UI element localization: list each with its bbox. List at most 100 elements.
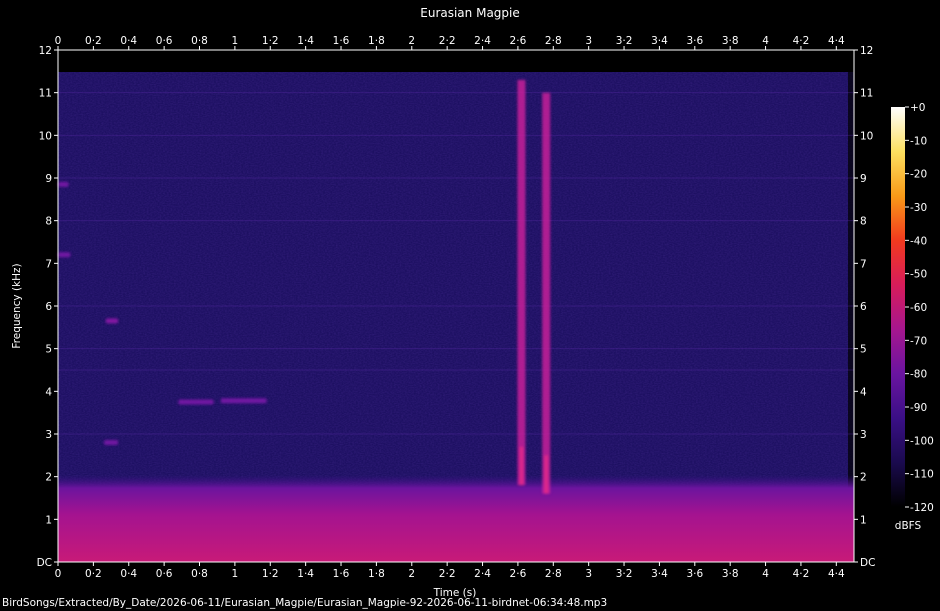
broadband-click-core: [544, 455, 549, 494]
x-tick-label-top: 0·4: [120, 35, 137, 47]
colorbar-tick-label: -30: [910, 202, 927, 214]
x-tick-label-top: 2·2: [439, 35, 456, 47]
x-tick-label: 1·6: [333, 568, 350, 580]
low-frequency-noise-band: [58, 475, 854, 562]
x-axis-top: 0 0·2 0·4 0·6 0·8 1 1·2 1·4 1·6 1·8 2 2·2 2·4 2·6 2·8 3…: [55, 35, 845, 50]
x-tick-label-top: 0·6: [156, 35, 173, 47]
x-tick-label-top: 3·4: [651, 35, 668, 47]
y-tick-label-right: 11: [860, 88, 873, 100]
broadband-click-mark: [517, 79, 526, 486]
x-tick-label-top: 0·2: [85, 35, 102, 47]
tone-mark: [178, 399, 214, 405]
x-tick-label-top: 2·4: [474, 35, 491, 47]
x-tick-label-top: 1·6: [333, 35, 350, 47]
x-tick-label: 3·8: [722, 568, 739, 580]
x-tick-label: 1: [232, 568, 239, 580]
x-tick-label: 2·6: [510, 568, 527, 580]
colorbar-tick-label: -110: [910, 469, 934, 481]
colorbar-tick-label: -10: [910, 135, 927, 147]
colorbar-tick-label: +0: [910, 102, 925, 114]
colorbar-tick-label: -50: [910, 269, 927, 281]
y-tick-label-right: 8: [860, 216, 867, 228]
top-dark-band: [58, 50, 854, 72]
y-tick-label: 12: [39, 45, 52, 57]
plot-area: [58, 50, 854, 562]
colorbar-gradient: [891, 107, 905, 507]
colorbar-tick-label: -20: [910, 169, 927, 181]
y-tick-label: 8: [45, 216, 52, 228]
x-tick-label: 3·6: [686, 568, 703, 580]
colorbar: +0 -10 -20 -30 -40 -50 -60 -70 -80 -90 -100 -110 -12…: [891, 102, 934, 532]
y-tick-label-right: 10: [860, 130, 873, 142]
colorbar-ticks: +0 -10 -20 -30 -40 -50 -60 -70 -80 -90 -100 -110 -12…: [905, 102, 934, 514]
x-tick-label: 0: [55, 568, 62, 580]
x-tick-label: 2·4: [474, 568, 491, 580]
x-tick-label-top: 1·4: [297, 35, 314, 47]
x-tick-label-top: 4·2: [793, 35, 810, 47]
x-tick-label-top: 0·8: [191, 35, 208, 47]
x-tick-label-top: 1: [232, 35, 239, 47]
colorbar-tick-label: -60: [910, 302, 927, 314]
x-tick-label: 2·2: [439, 568, 456, 580]
x-tick-label: 1·4: [297, 568, 314, 580]
file-path: BirdSongs/Extracted/By_Date/2026-06-11/E…: [2, 597, 608, 609]
y-tick-label: 7: [45, 258, 52, 270]
y-tick-label: 9: [45, 173, 52, 185]
x-tick-label: 3·4: [651, 568, 668, 580]
x-tick-label-top: 2: [408, 35, 415, 47]
chart-title: Eurasian Magpie: [420, 6, 520, 20]
y-tick-label: 10: [39, 130, 52, 142]
tone-mark: [103, 440, 119, 446]
x-tick-label-top: 2·6: [510, 35, 527, 47]
y-tick-label-right: 2: [860, 472, 867, 484]
x-tick-label-top: 4·4: [828, 35, 845, 47]
tone-mark: [58, 252, 71, 258]
y-tick-label-right: 7: [860, 258, 867, 270]
x-tick-label: 4·2: [793, 568, 810, 580]
colorbar-tick-label: -100: [910, 435, 934, 447]
y-tick-label: 6: [45, 301, 52, 313]
colorbar-tick-label: -70: [910, 335, 927, 347]
colorbar-tick-label: -120: [910, 502, 934, 514]
y-tick-label-right: 4: [860, 386, 867, 398]
y-tick-label: 4: [45, 386, 52, 398]
x-tick-label-top: 4: [762, 35, 769, 47]
broadband-click-core: [519, 446, 524, 486]
y-tick-label: 2: [45, 472, 52, 484]
x-tick-label: 1·8: [368, 568, 385, 580]
colorbar-tick-label: -90: [910, 402, 927, 414]
x-tick-label: 4: [762, 568, 769, 580]
tone-mark: [220, 398, 267, 404]
x-tick-label: 0·6: [156, 568, 173, 580]
y-tick-label-right: 3: [860, 429, 867, 441]
y-tick-label-right: 5: [860, 344, 867, 356]
x-tick-label: 2: [408, 568, 415, 580]
y-tick-label: 3: [45, 429, 52, 441]
x-tick-label: 2·8: [545, 568, 562, 580]
tone-mark: [58, 181, 69, 187]
y-axis-left: DC123456789101112: [37, 45, 58, 569]
x-tick-label-top: 1·2: [262, 35, 279, 47]
x-tick-label: 0·2: [85, 568, 102, 580]
x-tick-label: 3: [585, 568, 592, 580]
x-tick-label-top: 1·8: [368, 35, 385, 47]
x-tick-label-top: 0: [55, 35, 62, 47]
spectrogram-chart: Eurasian Magpie 0 0·2 0·4 0·6 0·8 1 1·2 1·4 1·6 1…: [11, 6, 934, 599]
broadband-click-mark: [542, 92, 551, 494]
x-tick-label-top: 3: [585, 35, 592, 47]
x-tick-label: 4·4: [828, 568, 845, 580]
x-tick-label-top: 3·8: [722, 35, 739, 47]
colorbar-label: dBFS: [895, 520, 922, 532]
y-axis-right: DC123456789101112: [854, 45, 875, 569]
y-tick-label-right: 6: [860, 301, 867, 313]
colorbar-tick-label: -80: [910, 369, 927, 381]
x-tick-label-top: 3·2: [616, 35, 633, 47]
y-axis-label: Frequency (kHz): [11, 263, 23, 348]
y-tick-label-right: 12: [860, 45, 873, 57]
tone-mark: [105, 318, 119, 324]
y-tick-label-right: 1: [860, 514, 867, 526]
y-tick-label-right: DC: [860, 557, 875, 569]
y-tick-label: 11: [39, 88, 52, 100]
x-tick-label: 3·2: [616, 568, 633, 580]
y-tick-label: DC: [37, 557, 52, 569]
